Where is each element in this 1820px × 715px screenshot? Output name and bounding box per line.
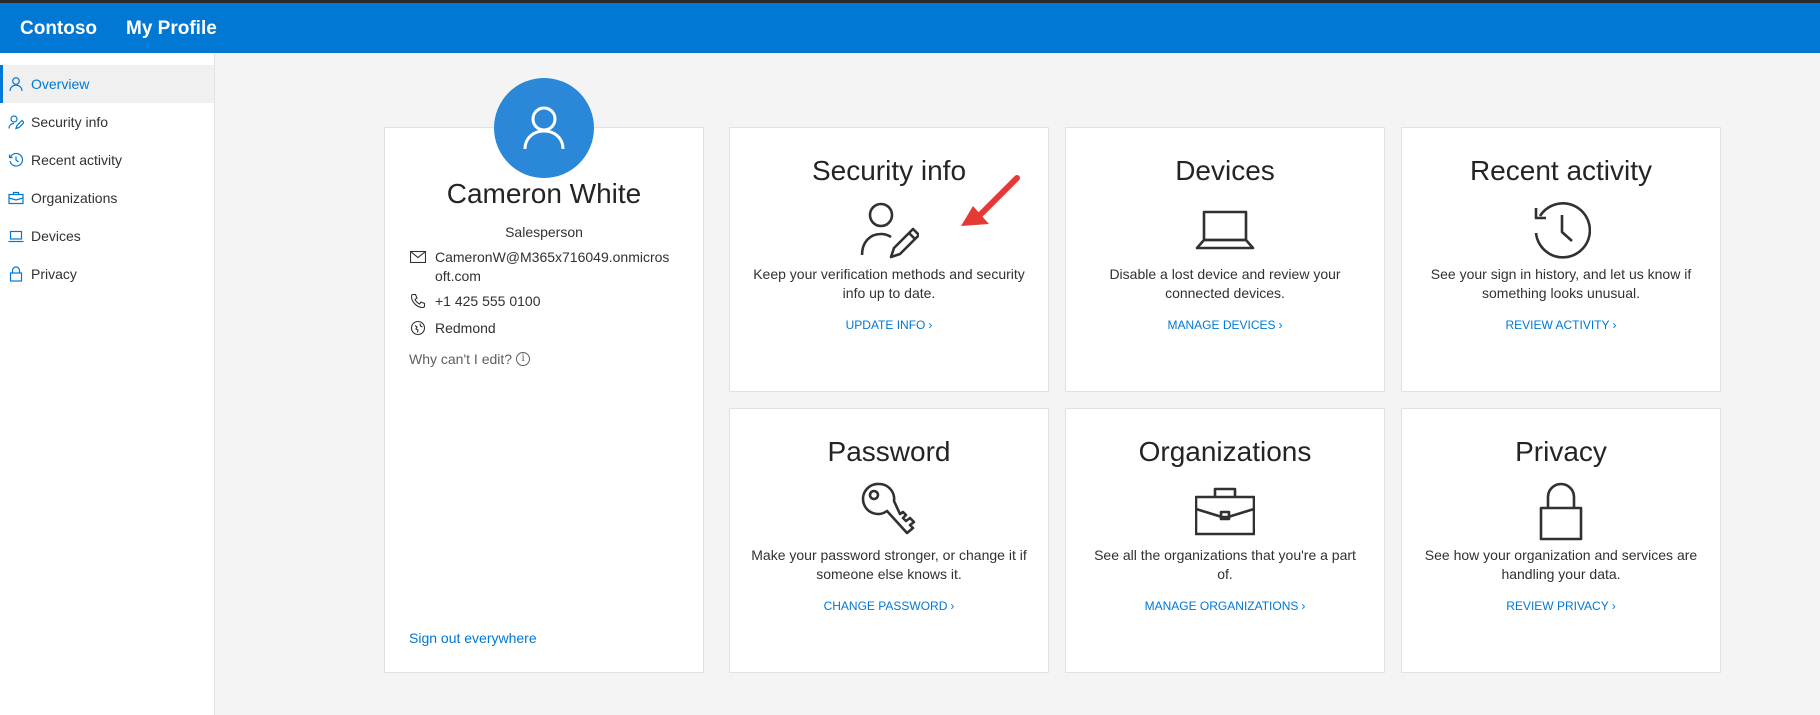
chevron-right-icon: › xyxy=(1278,318,1283,332)
tile-title: Organizations xyxy=(1138,436,1312,467)
tile-description: See how your organization and services a… xyxy=(1424,547,1698,582)
lock-icon xyxy=(1531,481,1591,541)
link-label: MANAGE ORGANIZATIONS xyxy=(1144,599,1299,613)
tile-description: Disable a lost device and review your co… xyxy=(1109,266,1341,301)
briefcase-icon xyxy=(7,189,25,207)
sidebar: Overview Security info Recent activity O… xyxy=(0,53,215,715)
sign-out-everywhere-link[interactable]: Sign out everywhere xyxy=(409,630,537,646)
tile-description: Make your password stronger, or change i… xyxy=(751,547,1027,582)
sidebar-item-label: Devices xyxy=(31,228,81,244)
sidebar-item-label: Overview xyxy=(31,76,90,92)
avatar[interactable] xyxy=(494,78,594,178)
phone-icon xyxy=(409,292,427,310)
sidebar-item-recent-activity[interactable]: Recent activity xyxy=(0,141,214,179)
tile-title: Privacy xyxy=(1515,436,1607,467)
chevron-right-icon: › xyxy=(1612,318,1617,332)
profile-role: Salesperson xyxy=(505,224,583,240)
brand-link[interactable]: Contoso xyxy=(20,3,97,54)
sidebar-item-security-info[interactable]: Security info xyxy=(0,103,214,141)
tile-description: See all the organizations that you're a … xyxy=(1094,547,1356,582)
sidebar-item-privacy[interactable]: Privacy xyxy=(0,255,214,293)
tile-devices: Devices Disable a lost device and review… xyxy=(1065,127,1385,392)
change-password-link[interactable]: CHANGE PASSWORD › xyxy=(730,599,1048,613)
sidebar-item-label: Organizations xyxy=(31,190,118,206)
tile-privacy: Privacy See how your organization and se… xyxy=(1401,408,1721,673)
tile-description: Keep your verification methods and secur… xyxy=(753,266,1025,301)
manage-devices-link[interactable]: MANAGE DEVICES › xyxy=(1066,318,1384,332)
link-label: REVIEW ACTIVITY xyxy=(1505,318,1610,332)
tile-recent-activity: Recent activity See your sign in history… xyxy=(1401,127,1721,392)
app-title[interactable]: My Profile xyxy=(126,3,217,54)
lock-icon xyxy=(7,265,25,283)
sidebar-item-devices[interactable]: Devices xyxy=(0,217,214,255)
chevron-right-icon: › xyxy=(1301,599,1306,613)
chevron-right-icon: › xyxy=(928,318,933,332)
laptop-icon xyxy=(1195,200,1255,260)
sidebar-item-overview[interactable]: Overview xyxy=(0,65,214,103)
why-cant-edit-label: Why can't I edit? xyxy=(409,351,513,367)
history-icon xyxy=(1531,200,1591,260)
profile-name: Cameron White xyxy=(446,178,642,209)
person-icon xyxy=(523,106,565,150)
link-label: UPDATE INFO xyxy=(845,318,926,332)
sidebar-item-label: Recent activity xyxy=(31,152,123,168)
profile-phone-row: +1 425 555 0100 xyxy=(409,292,675,311)
chevron-right-icon: › xyxy=(1611,599,1616,613)
link-label: CHANGE PASSWORD xyxy=(823,599,948,613)
chevron-right-icon: › xyxy=(950,599,955,613)
location-icon xyxy=(409,319,427,337)
sidebar-item-label: Security info xyxy=(31,114,109,130)
tile-title: Password xyxy=(827,436,951,467)
tile-title: Devices xyxy=(1175,155,1275,186)
update-info-link[interactable]: UPDATE INFO › xyxy=(730,318,1048,332)
manage-organizations-link[interactable]: MANAGE ORGANIZATIONS › xyxy=(1066,599,1384,613)
annotation-arrow-icon xyxy=(961,175,1020,226)
person-edit-icon xyxy=(7,113,25,131)
tile-description: See your sign in history, and let us kno… xyxy=(1430,266,1692,301)
link-label: REVIEW PRIVACY xyxy=(1506,599,1609,613)
profile-phone: +1 425 555 0100 xyxy=(435,293,541,309)
tile-password: Password Make your password stronger, or… xyxy=(729,408,1049,673)
profile-email: CameronW@M365x716049.onmicrosoft.com xyxy=(435,249,670,284)
person-icon xyxy=(7,75,25,93)
laptop-icon xyxy=(7,227,25,245)
tile-organizations: Organizations See all the organizations … xyxy=(1065,408,1385,673)
top-header-bar: Contoso My Profile xyxy=(0,3,1820,53)
sidebar-item-label: Privacy xyxy=(31,266,77,282)
person-edit-icon xyxy=(859,200,919,260)
review-activity-link[interactable]: REVIEW ACTIVITY › xyxy=(1402,318,1720,332)
profile-location: Redmond xyxy=(435,320,496,336)
info-icon[interactable]: i xyxy=(516,352,531,366)
why-cant-edit[interactable]: Why can't I edit? i xyxy=(409,351,531,367)
mail-icon xyxy=(409,248,427,266)
tile-title: Recent activity xyxy=(1469,155,1653,186)
history-icon xyxy=(7,151,25,169)
review-privacy-link[interactable]: REVIEW PRIVACY › xyxy=(1402,599,1720,613)
sidebar-item-organizations[interactable]: Organizations xyxy=(0,179,214,217)
link-label: MANAGE DEVICES xyxy=(1167,318,1276,332)
profile-location-row: Redmond xyxy=(409,319,675,338)
tile-security-info: Security info Keep your verification met… xyxy=(729,127,1049,392)
key-icon xyxy=(859,481,919,541)
profile-email-row: CameronW@M365x716049.onmicrosoft.com xyxy=(409,248,675,286)
briefcase-icon xyxy=(1195,481,1255,541)
